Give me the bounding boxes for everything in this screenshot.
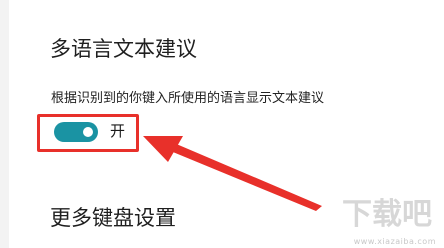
watermark-logo-icon: 下载吧 [342,197,432,232]
more-keyboard-settings-link[interactable]: 更多键盘设置 [50,205,176,231]
watermark-url: www.xiazaiba.com [353,237,436,246]
svg-text:下载吧: 下载吧 [342,197,432,232]
watermark: 下载吧 www.xiazaiba.com [318,186,438,246]
